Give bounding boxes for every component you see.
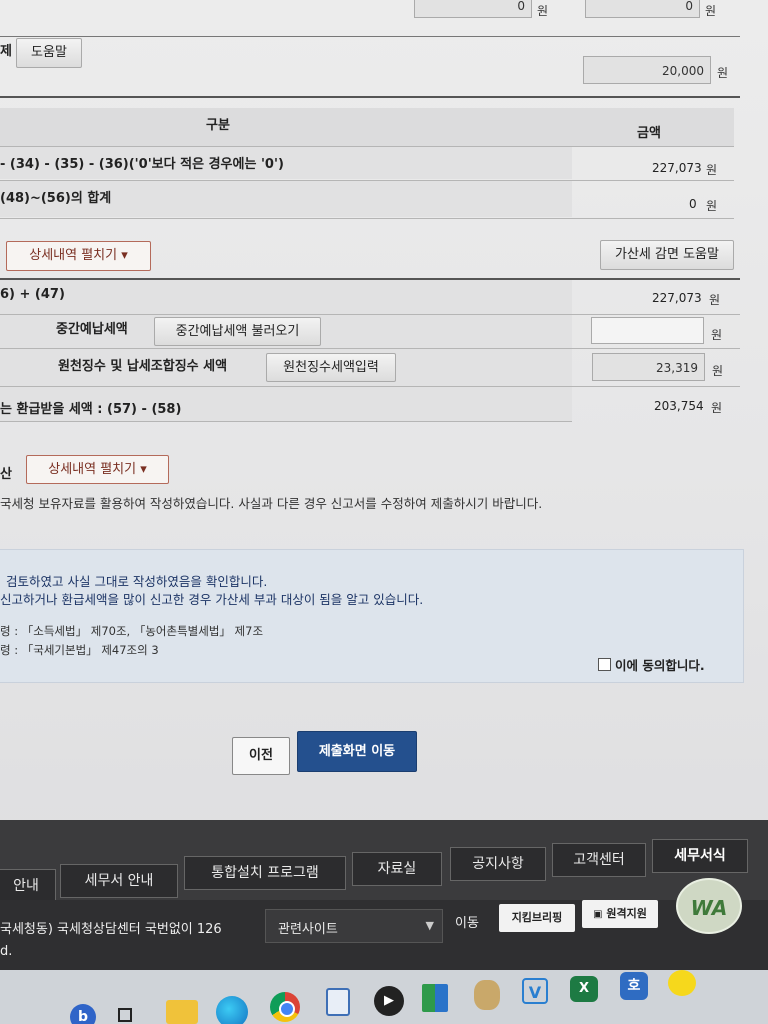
table1-row2-amount: 0 (689, 197, 697, 211)
agree-checkbox[interactable]: 이에 동의합니다. (598, 655, 705, 674)
interim-load-button[interactable]: 중간예납세액 불러오기 (154, 317, 321, 346)
table1-top-border (0, 96, 740, 98)
confirm-line-2: 신고하거나 환급세액을 많이 신고한 경우 가산세 부과 대상이 됨을 알고 있… (0, 592, 424, 607)
media-icon[interactable]: ▶ (374, 986, 404, 1016)
footer-contact-2: d. (0, 944, 13, 959)
penalty-amount-unit: 원 (717, 66, 729, 80)
notepad-icon[interactable] (326, 988, 350, 1016)
table2-row-sum-unit: 원 (709, 293, 721, 307)
penalty-reduction-help-button[interactable]: 가산세 감면 도움말 (600, 240, 734, 270)
penalty-amount-input[interactable]: 20,000 (583, 56, 711, 84)
briefing-badge[interactable]: 지킴브리핑 (499, 904, 575, 932)
screen: 0 원 0 원 제 도움말 20,000 원 구분 금액 - (34) - (3… (0, 0, 768, 1024)
wa-cert-logo: WA (676, 878, 742, 934)
wa-logo-text: WA (690, 896, 728, 920)
excel-icon[interactable]: X (570, 976, 598, 1002)
bing-icon[interactable]: b (70, 1004, 96, 1024)
remote-support-label: 원격지원 (606, 907, 647, 920)
final-refund-unit: 원 (711, 401, 723, 415)
table1-row2-unit: 원 (706, 199, 718, 213)
footer-tab-tax-forms[interactable]: 세무서식 (652, 839, 748, 873)
header-category: 구분 (206, 118, 230, 133)
withholding-input-button[interactable]: 원천징수세액입력 (266, 353, 396, 382)
table1-row1-unit: 원 (706, 163, 718, 177)
taskview-icon[interactable] (118, 1008, 132, 1022)
footer-tab-customer-center[interactable]: 고객센터 (552, 843, 646, 877)
help-button[interactable]: 도움말 (16, 38, 82, 68)
footer-tab-guide[interactable]: 안내 (0, 869, 56, 903)
divider (0, 36, 740, 37)
related-site-select[interactable]: 관련사이트 ▼ (265, 909, 443, 943)
interim-unit: 원 (711, 328, 723, 342)
footer-tab-install-program[interactable]: 통합설치 프로그램 (184, 856, 346, 890)
hangul-icon[interactable]: 호 (620, 972, 648, 1000)
go-button[interactable]: 이동 (455, 912, 479, 931)
chevron-down-icon: ▼ (425, 919, 434, 932)
footer-tab-library[interactable]: 자료실 (352, 852, 442, 886)
table1-bottom-line (0, 218, 734, 219)
top-unit-2: 원 (705, 4, 717, 18)
table1-row1-label: - (34) - (35) - (36)('0'보다 적은 경우에는 '0') (0, 157, 284, 172)
withholding-unit: 원 (712, 364, 724, 378)
interim-label: 중간예납세액 (56, 322, 128, 337)
owl-icon[interactable] (474, 980, 500, 1010)
table2-row-sum-amount: 227,073 (652, 291, 702, 305)
kakao-icon[interactable] (668, 970, 696, 996)
prev-button[interactable]: 이전 (232, 737, 290, 775)
detail-toggle-button-2[interactable]: 상세내역 펼치기 ▾ (26, 455, 169, 484)
top-input-1[interactable]: 0 (414, 0, 532, 18)
app-green-icon[interactable] (422, 984, 448, 1012)
footer-tab-notice[interactable]: 공지사항 (450, 847, 546, 881)
chrome-icon[interactable] (270, 992, 300, 1022)
table1-header (0, 108, 734, 146)
related-site-label: 관련사이트 (278, 922, 338, 937)
section2-label: 산 (0, 467, 12, 482)
confirm-line-1: 검토하였고 사실 그대로 작성하였음을 확인합니다. (6, 574, 268, 589)
detail-toggle-button-1[interactable]: 상세내역 펼치기 ▾ (6, 241, 151, 271)
remote-support-badge[interactable]: ▣ 원격지원 (582, 900, 658, 928)
agree-checkbox-box[interactable] (598, 658, 611, 671)
help-row-label: 제 (0, 44, 12, 59)
chrome-center (279, 1001, 295, 1017)
table1-row2-label: (48)~(56)의 합계 (0, 191, 112, 206)
folder-icon[interactable] (166, 1000, 198, 1024)
final-refund-label: 는 환급받을 세액 : (57) - (58) (0, 402, 182, 417)
remote-support-icon: ▣ (593, 909, 603, 920)
withholding-label: 원천징수 및 납세조합징수 세액 (58, 359, 228, 374)
briefing-badge-label: 지킴브리핑 (511, 911, 563, 924)
submit-screen-button[interactable]: 제출화면 이동 (297, 731, 417, 772)
law-ref-2: 령 : 「국세기본법」 제47조의 3 (0, 643, 159, 657)
top-unit-1: 원 (537, 4, 549, 18)
interim-amount-input[interactable] (591, 317, 704, 344)
agree-label: 이에 동의합니다. (615, 658, 705, 673)
final-refund-amount: 203,754 (654, 399, 704, 413)
edge-icon[interactable] (216, 996, 248, 1024)
table1-row1-amount: 227,073 (652, 161, 702, 175)
footer-contact: 국세청동) 국세청상담센터 국번없이 126 (0, 922, 222, 937)
header-amount: 금액 (637, 126, 661, 141)
notice-text: 국세청 보유자료를 활용하여 작성하였습니다. 사실과 다른 경우 신고서를 수… (0, 496, 543, 511)
table2-row-sum-label: 6) + (47) (0, 287, 65, 302)
v-icon[interactable]: V (522, 978, 548, 1004)
table2-row-sum-bg (0, 280, 572, 314)
withholding-amount-input[interactable]: 23,319 (592, 353, 705, 381)
table2-bottom-line (0, 421, 572, 422)
footer-tab-office-guide[interactable]: 세무서 안내 (60, 864, 178, 898)
law-ref-1: 령 : 「소득세법」 제70조, 「농어촌특별세법」 제7조 (0, 624, 264, 638)
top-input-2[interactable]: 0 (585, 0, 700, 18)
